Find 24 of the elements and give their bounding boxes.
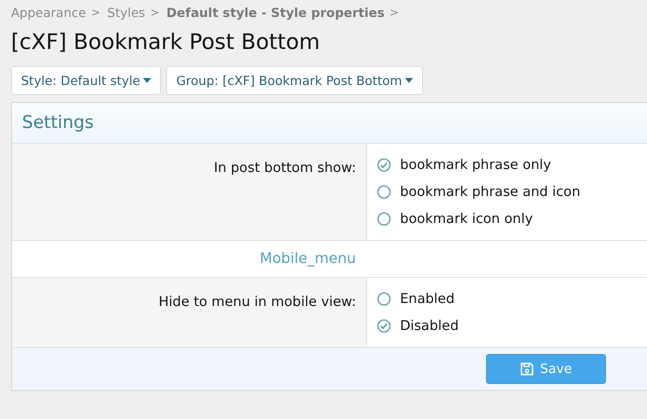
- panel-title: Settings: [22, 113, 94, 133]
- option-label[interactable]: bookmark icon only: [400, 210, 533, 226]
- option-label[interactable]: bookmark phrase and icon: [400, 184, 580, 200]
- caret-icon: [143, 78, 152, 83]
- filter-dropdown[interactable]: Style: Default style: [11, 66, 162, 95]
- caret-icon: [405, 78, 414, 83]
- page-title: [cXF] Bookmark Post Bottom: [11, 29, 321, 57]
- option-label[interactable]: bookmark phrase only: [400, 156, 552, 172]
- radio-button[interactable]: [377, 292, 391, 306]
- option-label[interactable]: Enabled: [400, 290, 455, 306]
- setting-label: In post bottom show:: [214, 160, 356, 176]
- breadcrumb-separator: >: [91, 6, 100, 18]
- breadcrumb-separator: >: [150, 6, 160, 18]
- section-heading: Mobile_menu: [260, 251, 356, 267]
- option-label[interactable]: Disabled: [400, 318, 459, 334]
- filter-dropdown[interactable]: Group: [cXF] Bookmark Post Bottom: [166, 66, 424, 95]
- radio-button[interactable]: [377, 158, 391, 172]
- breadcrumb-link[interactable]: Default style - Style properties: [166, 4, 385, 20]
- breadcrumb-separator: >: [390, 6, 399, 18]
- radio-button[interactable]: [377, 318, 391, 332]
- save-icon: [520, 362, 534, 376]
- radio-button[interactable]: [377, 184, 391, 198]
- radio-button[interactable]: [377, 212, 391, 226]
- setting-label: Hide to menu in mobile view:: [158, 294, 356, 310]
